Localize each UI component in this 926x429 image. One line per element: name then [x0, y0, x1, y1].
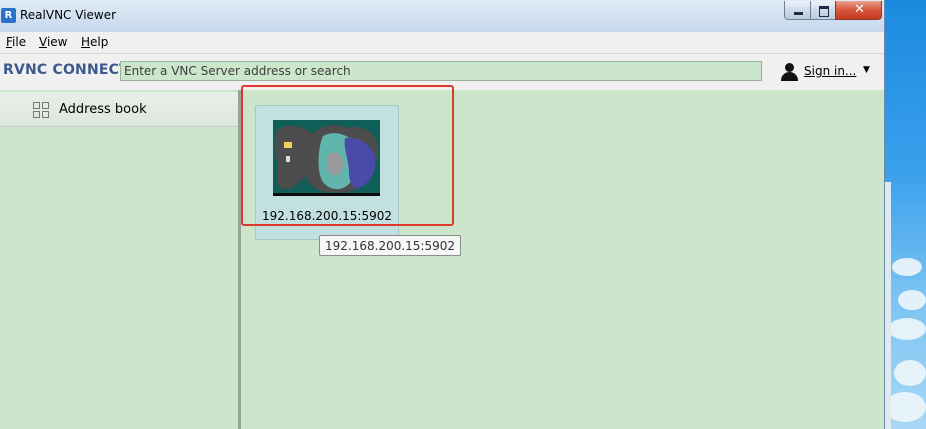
vnc-connect-logo: RVNC CONNECT — [3, 62, 129, 78]
grid-icon-cell — [42, 111, 49, 118]
sidebar-item-address-book[interactable]: Address book — [0, 92, 238, 127]
search-input[interactable] — [120, 61, 762, 81]
cloud-shape — [892, 258, 922, 276]
cloud-shape — [888, 318, 926, 340]
menu-help-mnemonic: H — [81, 35, 91, 49]
menu-view[interactable]: View — [39, 35, 67, 49]
cloud-shape — [898, 290, 926, 310]
window-title: RealVNC Viewer — [20, 8, 117, 22]
menu-file-label: ile — [12, 35, 27, 49]
realvnc-app-icon: R — [1, 8, 16, 23]
grid-icon-cell — [33, 111, 40, 118]
main-content: 192.168.200.15:5902 192.168.200.15:5902 — [241, 85, 884, 429]
user-icon — [780, 62, 798, 82]
user-icon-body — [781, 72, 798, 81]
cloud-shape — [894, 360, 926, 386]
vertical-scrollbar[interactable] — [884, 182, 891, 429]
sidebar-item-label: Address book — [59, 102, 147, 117]
menu-help-label: elp — [90, 35, 109, 49]
menu-view-label: iew — [46, 35, 68, 49]
app-window: R RealVNC Viewer ✕ File View Help RVNC C… — [0, 0, 885, 429]
menu-bar: File View Help — [0, 32, 884, 54]
menu-help[interactable]: Help — [81, 35, 108, 49]
grid-icon-cell — [42, 102, 49, 109]
minimize-button[interactable] — [784, 1, 811, 20]
user-icon-head — [785, 63, 794, 72]
menu-file[interactable]: File — [6, 35, 26, 49]
grid-icon-cell — [33, 102, 40, 109]
minimize-icon — [794, 12, 803, 15]
sign-in-label: Sign in... — [804, 64, 857, 78]
highlight-box — [241, 85, 454, 226]
grid-icon — [33, 102, 49, 118]
close-icon: ✕ — [854, 2, 865, 17]
title-bar[interactable]: R RealVNC Viewer ✕ — [0, 0, 884, 32]
maximize-button[interactable] — [810, 1, 836, 20]
maximize-icon — [819, 6, 829, 17]
chevron-down-icon[interactable]: ▼ — [863, 65, 870, 75]
sidebar: Address book — [0, 90, 241, 429]
menu-view-mnemonic: V — [39, 35, 47, 49]
close-button[interactable]: ✕ — [835, 1, 882, 20]
tooltip: 192.168.200.15:5902 — [319, 235, 462, 256]
